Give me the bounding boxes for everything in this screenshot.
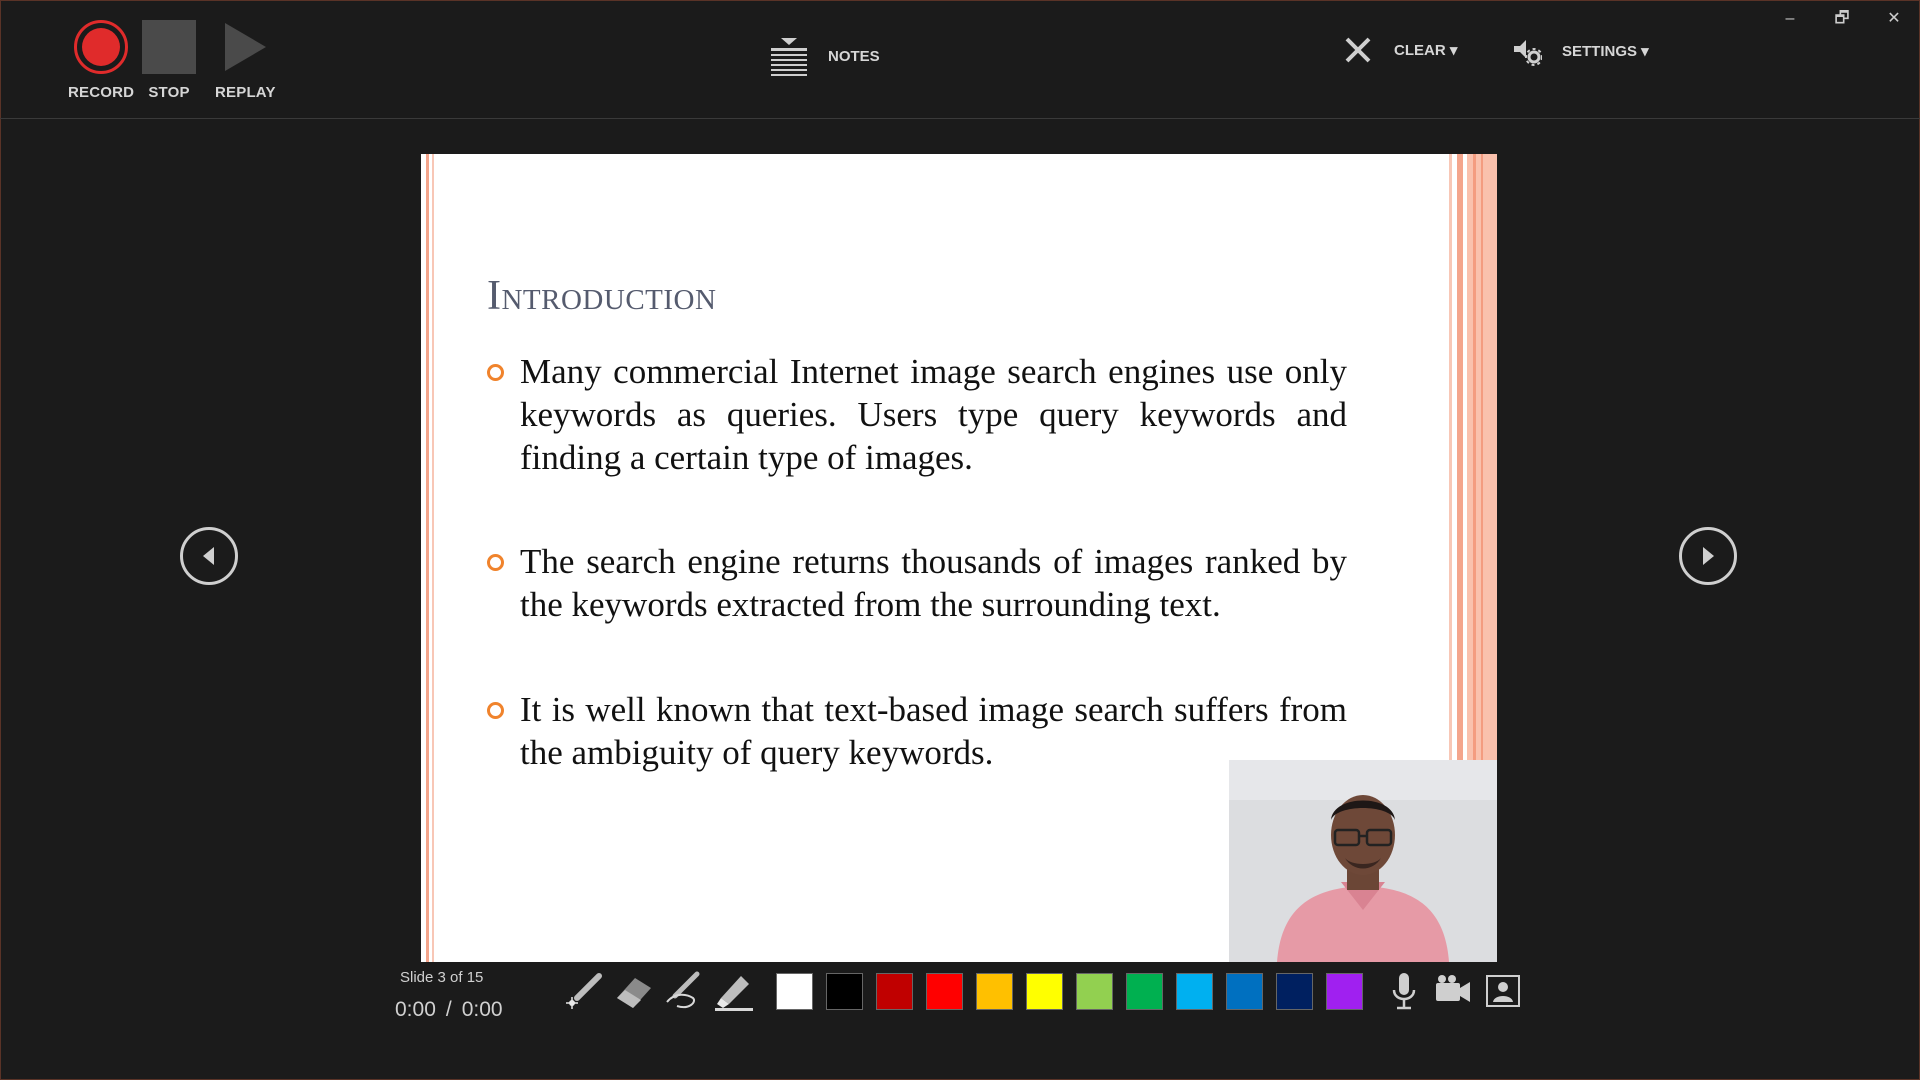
color-light-green-swatch[interactable]	[1076, 973, 1113, 1010]
highlighter-icon	[715, 976, 753, 1011]
presenter-video	[1229, 760, 1497, 962]
color-orange-swatch[interactable]	[976, 973, 1013, 1010]
slide-counter: Slide 3 of 15	[400, 969, 484, 986]
play-icon	[225, 23, 267, 71]
slide-left-stripe-inner	[432, 154, 434, 962]
settings-button[interactable]: SETTINGS ▾	[1512, 36, 1649, 66]
stop-button[interactable]: STOP	[142, 20, 196, 101]
color-red-swatch[interactable]	[926, 973, 963, 1010]
record-label: RECORD	[68, 84, 135, 101]
color-dark-red-swatch[interactable]	[876, 973, 913, 1010]
stop-label: STOP	[148, 84, 190, 101]
restore-button[interactable]: 🗗	[1822, 6, 1862, 32]
slide-bullet: The search engine returns thousands of i…	[487, 540, 1347, 626]
notes-icon	[771, 38, 807, 76]
color-white-swatch[interactable]	[776, 973, 813, 1010]
recording-time: 0:00 / 0:00	[395, 998, 503, 1022]
elapsed-time: 0:00	[395, 998, 436, 1021]
color-light-blue-swatch[interactable]	[1176, 973, 1213, 1010]
close-button[interactable]: ✕	[1874, 6, 1914, 32]
laser-pointer-button[interactable]	[563, 970, 605, 1012]
clear-label: CLEAR ▾	[1394, 42, 1458, 59]
previous-slide-button[interactable]	[180, 527, 238, 585]
replay-label: REPLAY	[215, 84, 276, 101]
camera-preview-icon	[1486, 975, 1520, 1007]
bullet-circle-icon	[487, 554, 504, 571]
stop-icon	[142, 20, 196, 74]
arrow-right-icon	[1703, 547, 1714, 565]
color-blue-swatch[interactable]	[1226, 973, 1263, 1010]
color-green-swatch[interactable]	[1126, 973, 1163, 1010]
video-camera-icon	[1436, 975, 1470, 1002]
recording-toolbar: RECORD STOP REPLAY NOTES CLEAR ▾ SETTING…	[0, 0, 1920, 119]
slide-bullet: Many commercial Internet image search en…	[487, 350, 1347, 479]
bullet-text: The search engine returns thousands of i…	[520, 542, 1347, 624]
highlighter-button[interactable]	[713, 970, 755, 1012]
bullet-circle-icon	[487, 702, 504, 719]
arrow-left-icon	[203, 547, 214, 565]
replay-button[interactable]: REPLAY	[215, 20, 276, 101]
eraser-button[interactable]	[613, 970, 655, 1012]
bullet-text: It is well known that text-based image s…	[520, 690, 1347, 772]
color-yellow-swatch[interactable]	[1026, 973, 1063, 1010]
settings-label: SETTINGS ▾	[1562, 43, 1649, 60]
camera-preview-toggle[interactable]	[1482, 970, 1524, 1012]
microphone-icon	[1392, 973, 1416, 1010]
color-purple-swatch[interactable]	[1326, 973, 1363, 1010]
eraser-icon	[617, 978, 651, 1008]
clear-button[interactable]: CLEAR ▾	[1344, 36, 1457, 64]
settings-gear-icon	[1514, 40, 1542, 66]
camera-toggle[interactable]	[1432, 970, 1474, 1012]
clear-x-icon	[1345, 37, 1371, 63]
time-separator: /	[445, 998, 452, 1021]
bullet-text: Many commercial Internet image search en…	[520, 352, 1347, 477]
next-slide-button[interactable]	[1679, 527, 1737, 585]
total-time: 0:00	[461, 998, 503, 1021]
slide-left-stripe	[426, 154, 429, 962]
bullet-circle-icon	[487, 364, 504, 381]
record-icon	[74, 20, 129, 74]
pen-icon	[666, 971, 700, 1008]
camera-preview[interactable]	[1229, 760, 1497, 962]
slide-title: Introduction	[487, 273, 717, 319]
laser-pointer-icon	[566, 973, 602, 1009]
minimize-button[interactable]: –	[1770, 6, 1810, 32]
notes-button[interactable]: NOTES	[770, 36, 880, 76]
pen-button[interactable]	[663, 970, 705, 1012]
color-dark-blue-swatch[interactable]	[1276, 973, 1313, 1010]
notes-label: NOTES	[828, 47, 880, 65]
color-black-swatch[interactable]	[826, 973, 863, 1010]
microphone-toggle[interactable]	[1383, 970, 1425, 1012]
slide-bullet: It is well known that text-based image s…	[487, 688, 1347, 774]
record-button[interactable]: RECORD	[68, 20, 134, 101]
